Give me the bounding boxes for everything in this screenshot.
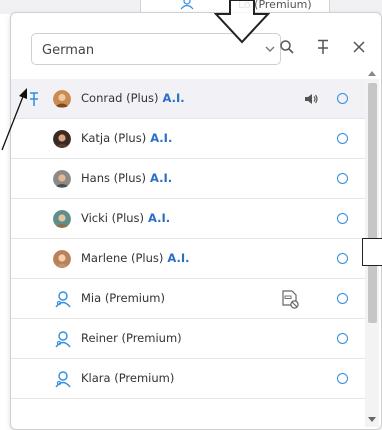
contact-name: Hans (Plus) A.I. (81, 171, 173, 185)
speaker-icon[interactable] (303, 92, 319, 106)
avatar (53, 210, 71, 228)
status-circle[interactable] (337, 213, 348, 224)
ai-badge: A.I. (150, 131, 173, 145)
contact-row-mia[interactable]: Mia (Premium) (11, 279, 365, 319)
contact-name: Mia (Premium) (81, 291, 165, 305)
annotation-arrow-icon (1, 88, 27, 151)
scroll-down-icon[interactable] (368, 417, 376, 423)
contact-row-hans[interactable]: Hans (Plus) A.I. (11, 159, 365, 199)
contact-row-katja[interactable]: Katja (Plus) A.I. (11, 119, 365, 159)
contact-name: Katja (Plus) A.I. (81, 131, 173, 145)
person-icon (55, 331, 71, 348)
contact-row-reiner[interactable]: Reiner (Premium) (11, 319, 365, 359)
annotation-box (362, 238, 382, 266)
contact-name: Conrad (Plus) A.I. (81, 91, 185, 105)
contact-name: Vicki (Plus) A.I. (81, 211, 171, 225)
person-icon (180, 0, 194, 10)
ai-badge: A.I. (148, 211, 171, 225)
ai-badge: A.I. (150, 171, 173, 185)
contact-name: Klara (Premium) (81, 371, 175, 385)
status-circle[interactable] (337, 333, 348, 344)
contact-row-klara[interactable]: Klara (Premium) (11, 359, 365, 399)
language-voice-panel: Conrad (Plus)A.I. Katja (Plus)A.I. (10, 12, 382, 430)
contact-row-conrad[interactable]: Conrad (Plus) A.I. (11, 79, 365, 119)
ai-badge: A.I. (162, 91, 185, 105)
contact-name: Marlene (Plus) A.I. (81, 251, 190, 265)
scrollbar-thumb[interactable] (368, 83, 377, 323)
no-card-icon[interactable] (279, 288, 301, 310)
status-circle[interactable] (337, 253, 348, 264)
avatar (53, 250, 71, 268)
search-icon[interactable] (277, 37, 297, 57)
status-circle[interactable] (337, 173, 348, 184)
contact-list: Conrad (Plus) A.I. Katja (Plus) A.I. Han… (11, 79, 365, 429)
person-icon (55, 371, 71, 388)
annotation-arrow-down-icon (214, 0, 270, 44)
status-circle[interactable] (337, 133, 348, 144)
pin-icon[interactable] (313, 37, 333, 57)
avatar (53, 130, 71, 148)
contact-row-marlene[interactable]: Marlene (Plus) A.I. (11, 239, 365, 279)
status-circle[interactable] (337, 293, 348, 304)
person-icon (55, 291, 71, 308)
avatar (53, 90, 71, 108)
avatar (53, 170, 71, 188)
contact-row-vicki[interactable]: Vicki (Plus) A.I. (11, 199, 365, 239)
ai-badge: A.I. (167, 251, 190, 265)
scroll-up-icon[interactable] (368, 70, 376, 76)
status-circle[interactable] (337, 373, 348, 384)
status-circle[interactable] (337, 93, 348, 104)
close-icon[interactable] (349, 37, 369, 57)
contact-name: Reiner (Premium) (81, 331, 182, 345)
chevron-down-icon[interactable] (264, 43, 276, 55)
